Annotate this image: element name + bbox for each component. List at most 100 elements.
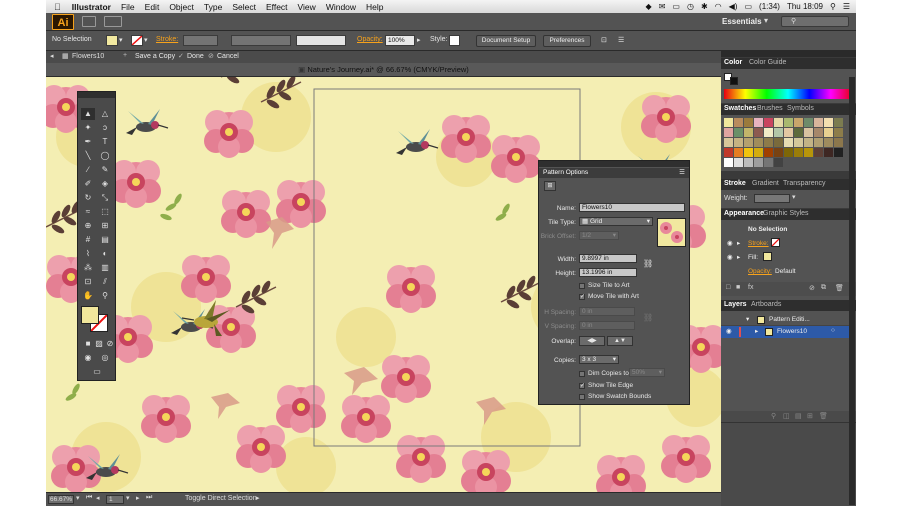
tab-symbols[interactable]: Symbols xyxy=(787,105,814,112)
stroke-label[interactable]: Stroke: xyxy=(156,36,178,43)
stroke-weight-field[interactable] xyxy=(183,35,218,46)
gradient-tool-icon[interactable]: ▤ xyxy=(98,234,112,246)
artboard-number-field[interactable]: 1 xyxy=(106,495,124,504)
warp-tool-icon[interactable]: ≈ xyxy=(81,206,95,218)
first-artboard-icon[interactable]: ⏮ xyxy=(86,494,92,502)
show-tile-edge-checkbox[interactable]: ✓ xyxy=(579,383,585,389)
workspace-chevron-icon[interactable]: ▾ xyxy=(764,16,768,25)
link-proportions-icon[interactable]: ⛓ xyxy=(643,259,653,268)
dim-copies-checkbox[interactable] xyxy=(579,371,585,377)
weight-dropdown-icon[interactable]: ▾ xyxy=(792,193,796,201)
delete-layer-icon[interactable]: 🗑 xyxy=(819,412,828,420)
overlap-vertical-icon[interactable]: ▲▼ xyxy=(607,336,633,346)
screen-mode-icon[interactable]: ▭ xyxy=(90,366,104,378)
fill-dropdown-icon[interactable]: ▾ xyxy=(119,36,123,44)
height-input[interactable]: 13.1996 in xyxy=(579,268,637,277)
spotlight-icon[interactable]: ⚲ xyxy=(830,2,836,11)
next-artboard-icon[interactable]: ▸ xyxy=(136,494,140,502)
eyedropper-tool-icon[interactable]: ⌇ xyxy=(81,248,95,260)
tab-layers[interactable]: Layers xyxy=(724,301,747,308)
perspective-grid-tool-icon[interactable]: ⊞ xyxy=(98,220,112,232)
menu-app-name[interactable]: Illustrator xyxy=(67,2,116,12)
visibility-icon[interactable]: ◉ xyxy=(726,327,732,335)
layer-row-selected[interactable]: ◉ ▸ Flowers10 ○ xyxy=(721,326,851,338)
target-icon[interactable]: ○ xyxy=(831,327,835,334)
opacity-label[interactable]: Opacity: xyxy=(357,36,383,43)
brick-offset-select[interactable]: 1/2 ▾ xyxy=(579,231,619,240)
tile-type-select[interactable]: ▦ Grid ▾ xyxy=(579,217,653,226)
menu-object[interactable]: Object xyxy=(164,2,199,12)
tab-artboards[interactable]: Artboards xyxy=(751,301,781,308)
stroke-swatch[interactable] xyxy=(131,35,143,46)
slice-tool-icon[interactable]: ⫽ xyxy=(98,276,112,288)
duplicate-item-icon[interactable]: ⧉ xyxy=(821,284,826,292)
paintbrush-tool-icon[interactable]: ∕ xyxy=(81,164,95,176)
artboard-tool-icon[interactable]: ⊡ xyxy=(81,276,95,288)
magic-wand-tool-icon[interactable]: ✦ xyxy=(81,122,95,134)
new-layer-icon[interactable]: ⊞ xyxy=(807,412,813,420)
blend-tool-icon[interactable]: ◐ xyxy=(98,248,112,260)
copies-select[interactable]: 3 x 3 ▾ xyxy=(579,355,619,364)
menu-view[interactable]: View xyxy=(293,2,321,12)
tab-stroke[interactable]: Stroke xyxy=(724,180,746,187)
fill-visibility-icon[interactable]: ◉ xyxy=(727,253,733,261)
back-arrow-icon[interactable]: ◂ xyxy=(50,52,54,60)
tab-brushes[interactable]: Brushes xyxy=(757,105,783,112)
zoom-tool-icon[interactable]: ⚲ xyxy=(98,290,112,302)
menu-select[interactable]: Select xyxy=(227,2,261,12)
shape-builder-tool-icon[interactable]: ⊕ xyxy=(81,220,95,232)
panel-options-icon[interactable]: ☰ xyxy=(618,36,624,44)
line-tool-icon[interactable]: ╲ xyxy=(81,150,95,162)
mesh-tool-icon[interactable]: # xyxy=(81,234,95,246)
brush-definition[interactable] xyxy=(296,35,346,46)
symbol-sprayer-tool-icon[interactable]: ⁂ xyxy=(81,262,95,274)
color-stroke-icon[interactable] xyxy=(730,77,738,85)
eraser-tool-icon[interactable]: ◈ xyxy=(98,178,112,190)
graphic-style-swatch[interactable] xyxy=(449,35,460,46)
dropbox-icon[interactable]: ◆ xyxy=(646,2,652,11)
fill-expand-icon[interactable]: ▸ xyxy=(737,253,740,261)
menu-help[interactable]: Help xyxy=(361,2,388,12)
pattern-panel-title[interactable]: Pattern Options xyxy=(543,169,588,176)
menu-file[interactable]: File xyxy=(116,2,140,12)
pen-tool-icon[interactable]: ✒ xyxy=(81,136,95,148)
apple-menu-icon[interactable]:  xyxy=(46,2,67,12)
bluetooth-icon[interactable]: ✱ xyxy=(701,2,708,11)
sublayer-expand-icon[interactable]: ▸ xyxy=(755,327,758,335)
overlap-horizontal-icon[interactable]: ◀▶ xyxy=(579,336,605,346)
clock[interactable]: Thu 18:09 xyxy=(787,2,823,11)
pattern-name-input[interactable]: Flowers10 xyxy=(579,203,685,212)
appearance-opacity-label[interactable]: Opacity: xyxy=(748,268,772,275)
appearance-fill-swatch[interactable] xyxy=(763,252,772,261)
layer-name[interactable]: Pattern Editi... xyxy=(769,316,810,323)
tab-transparency[interactable]: Transparency xyxy=(783,180,826,187)
clipping-mask-icon[interactable]: ◫ xyxy=(783,412,790,420)
transform-icon[interactable]: ⊡ xyxy=(601,36,607,44)
h-spacing-input[interactable]: 0 in xyxy=(579,307,635,316)
scale-tool-icon[interactable]: ⤡ xyxy=(98,192,112,204)
width-input[interactable]: 9.8997 in xyxy=(579,254,637,263)
status-arrow-icon[interactable]: ▸ xyxy=(256,494,260,502)
layer-row[interactable]: ▾ Pattern Editi... xyxy=(721,314,851,326)
save-copy-button[interactable]: Save a Copy xyxy=(135,53,175,60)
column-graph-tool-icon[interactable]: ▥ xyxy=(98,262,112,274)
bridge-icon[interactable] xyxy=(82,16,96,27)
ellipse-tool-icon[interactable]: ◯ xyxy=(98,150,112,162)
size-tile-checkbox[interactable] xyxy=(579,283,585,289)
pattern-panel-grip[interactable] xyxy=(539,161,689,167)
pattern-tile-tool-icon[interactable]: ⊞ xyxy=(544,181,556,191)
none-mode-icon[interactable]: ⊘ xyxy=(103,338,117,350)
opacity-arrow-icon[interactable]: ▸ xyxy=(417,36,421,44)
color-spectrum-bar[interactable] xyxy=(724,89,852,99)
stroke-dropdown-icon[interactable]: ▾ xyxy=(144,36,148,44)
tab-color[interactable]: Color xyxy=(724,59,742,66)
add-effect-icon[interactable]: fx xyxy=(748,284,753,291)
blob-brush-tool-icon[interactable]: ✐ xyxy=(81,178,95,190)
move-tile-checkbox[interactable]: ✓ xyxy=(579,294,585,300)
dim-copies-select[interactable]: 50% ▾ xyxy=(629,368,665,377)
delete-item-icon[interactable]: 🗑 xyxy=(835,284,844,292)
draw-behind-icon[interactable]: ◎ xyxy=(98,352,112,364)
dock-scrollbar[interactable] xyxy=(849,77,855,505)
isolation-pattern-name[interactable]: Flowers10 xyxy=(72,53,104,60)
panel-menu-icon[interactable]: ☰ xyxy=(679,168,685,176)
